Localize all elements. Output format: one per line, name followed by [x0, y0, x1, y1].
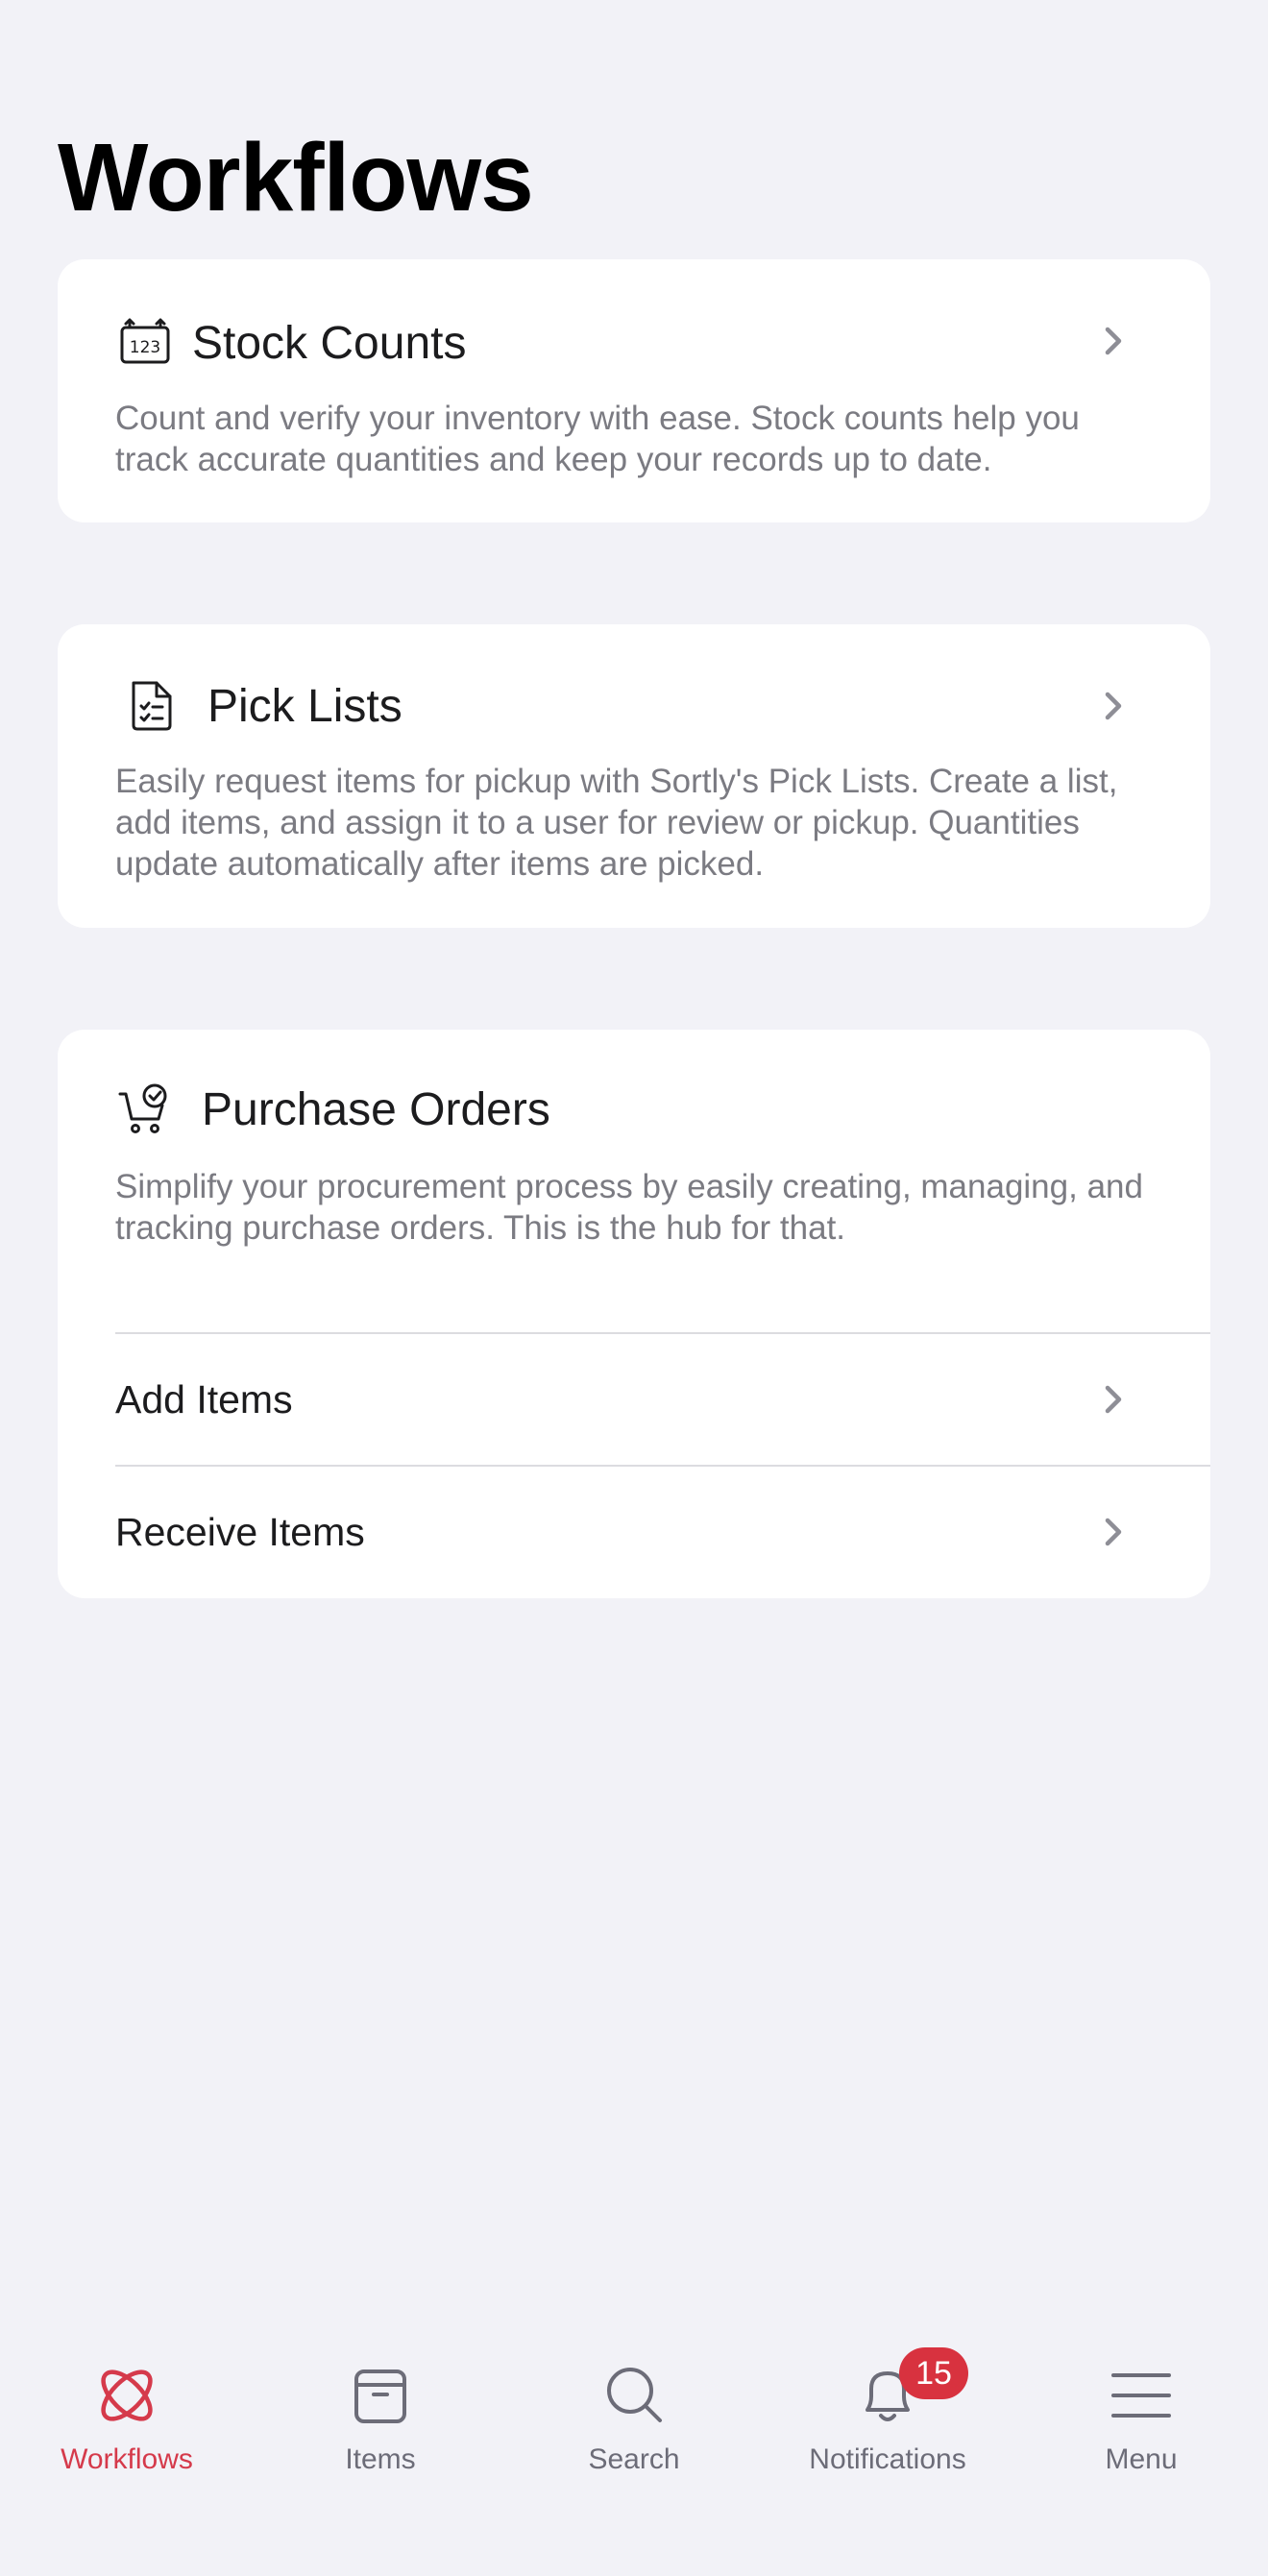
add-items-row[interactable]: Add Items: [58, 1334, 1210, 1465]
add-items-label: Add Items: [115, 1376, 293, 1422]
tab-label: Workflows: [61, 2443, 193, 2475]
purchase-orders-header: Purchase Orders: [115, 1080, 1153, 1139]
counter-123-icon: 123: [115, 313, 175, 373]
tab-label: Search: [588, 2443, 680, 2475]
pick-lists-card[interactable]: Pick Lists Easily request items for pick…: [58, 624, 1210, 928]
stock-counts-header: 123 Stock Counts: [115, 313, 1153, 373]
stock-counts-card[interactable]: 123 Stock Counts Count and verify your i…: [58, 259, 1210, 522]
svg-text:123: 123: [130, 338, 160, 357]
chevron-right-icon: [1097, 1383, 1130, 1416]
box-icon: [344, 2359, 417, 2432]
stock-counts-title: Stock Counts: [192, 317, 467, 369]
chevron-right-icon: [1097, 690, 1130, 722]
purchase-orders-description: Simplify your procurement process by eas…: [115, 1168, 1143, 1247]
receive-items-row[interactable]: Receive Items: [58, 1467, 1210, 1597]
tab-notifications[interactable]: 15 Notifications: [761, 2324, 1014, 2576]
menu-icon: [1105, 2359, 1178, 2432]
tab-search[interactable]: Search: [507, 2324, 761, 2576]
checklist-document-icon: [121, 676, 181, 736]
tab-label: Menu: [1105, 2443, 1178, 2475]
tab-label: Items: [345, 2443, 416, 2475]
purchase-orders-title: Purchase Orders: [202, 1083, 550, 1135]
notification-badge: 15: [899, 2347, 968, 2399]
purchase-orders-card: Purchase Orders Simplify your procuremen…: [58, 1030, 1210, 1598]
receive-items-label: Receive Items: [115, 1509, 365, 1554]
tab-menu[interactable]: Menu: [1014, 2324, 1268, 2576]
bell-icon: 15: [851, 2347, 968, 2432]
stock-counts-description: Count and verify your inventory with eas…: [115, 400, 1080, 478]
tab-workflows[interactable]: Workflows: [0, 2324, 254, 2576]
tab-bar: Workflows Items Search 15 Notifications …: [0, 2324, 1268, 2576]
pick-lists-title: Pick Lists: [207, 680, 402, 732]
tab-label: Notifications: [809, 2443, 966, 2475]
pick-lists-description: Easily request items for pickup with Sor…: [115, 763, 1118, 883]
workflows-icon: [90, 2359, 163, 2432]
chevron-right-icon: [1097, 1516, 1130, 1548]
pick-lists-header: Pick Lists: [115, 676, 1153, 736]
cart-check-icon: [115, 1080, 175, 1139]
tab-items[interactable]: Items: [254, 2324, 507, 2576]
chevron-right-icon: [1097, 325, 1130, 357]
page-title: Workflows: [58, 124, 534, 231]
search-icon: [597, 2359, 671, 2432]
workflows-screen: Workflows 123 Stock Counts Count and ver…: [0, 0, 1268, 2576]
